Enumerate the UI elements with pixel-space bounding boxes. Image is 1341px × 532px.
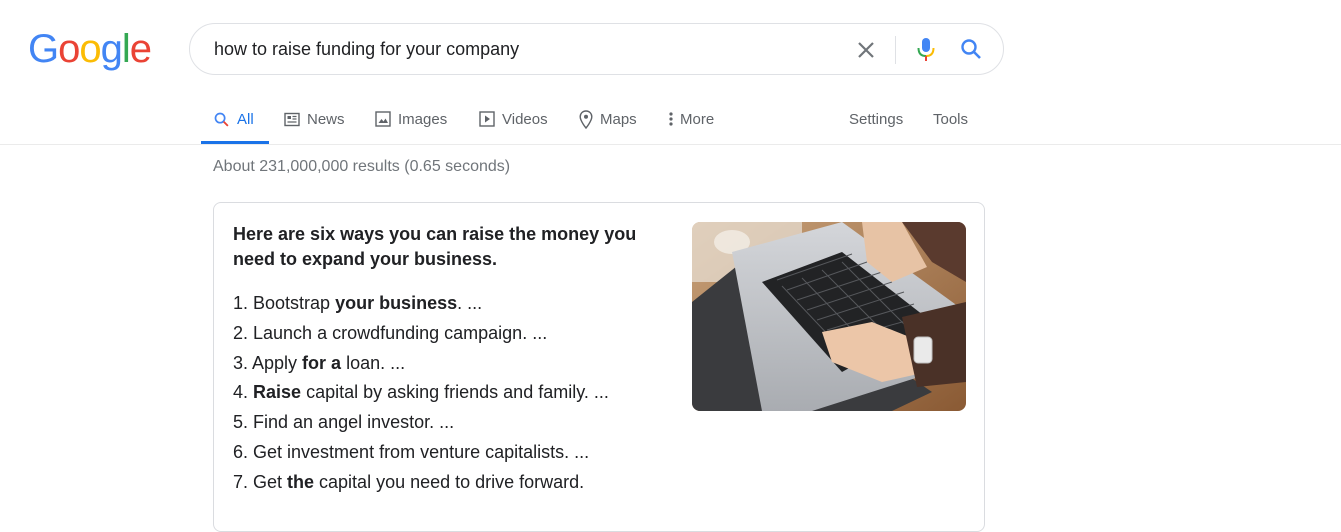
snippet-step: 1. Bootstrap your business. ... <box>233 289 609 319</box>
logo-letter-g2: g <box>100 27 123 71</box>
video-icon <box>479 111 495 127</box>
image-icon <box>375 111 391 127</box>
search-input[interactable] <box>214 37 814 61</box>
logo-letter-l: l <box>121 27 131 71</box>
search-tabs: All News Images Videos Maps More Setting… <box>0 96 1341 145</box>
step-text: 1. Bootstrap <box>233 293 336 313</box>
step-text: for a <box>302 352 342 373</box>
search-box <box>189 23 1004 75</box>
tab-label: Maps <box>600 110 637 128</box>
step-text: capital by asking friends and family. ..… <box>301 382 609 403</box>
search-divider <box>895 36 896 64</box>
mic-icon[interactable] <box>914 37 938 63</box>
news-icon <box>284 112 300 127</box>
map-pin-icon <box>579 109 593 129</box>
google-logo[interactable]: Google <box>28 27 152 71</box>
step-text: capital you need to drive forward. <box>314 471 585 492</box>
tab-label: Images <box>398 110 448 128</box>
snippet-step: 4. Raise capital by asking friends and f… <box>233 378 609 408</box>
step-text: 7. Get <box>233 471 288 492</box>
logo-letter-o1: o <box>58 27 80 71</box>
snippet-step: 3. Apply for a loan. ... <box>233 349 609 379</box>
tools-link[interactable]: Tools <box>933 96 968 142</box>
tab-maps[interactable]: Maps <box>579 96 637 142</box>
step-text: 2. Launch a crowdfunding campaign. ... <box>233 322 548 343</box>
tab-more[interactable]: More <box>668 96 714 142</box>
settings-link[interactable]: Settings <box>849 96 903 142</box>
tab-label: All <box>237 110 254 128</box>
tab-label: Videos <box>502 110 548 128</box>
step-text: your business <box>335 293 458 313</box>
tab-news[interactable]: News <box>284 96 345 142</box>
step-text: 3. Apply <box>233 352 303 373</box>
logo-letter-o2: o <box>79 27 101 71</box>
search-icon <box>213 111 230 128</box>
snippet-step: 7. Get the capital you need to drive for… <box>233 468 609 498</box>
step-text: loan. ... <box>341 352 406 373</box>
snippet-heading: Here are six ways you can raise the mone… <box>233 224 637 269</box>
more-vert-icon <box>668 111 674 127</box>
snippet-steps-list: 1. Bootstrap your business. ... 2. Launch… <box>233 289 609 498</box>
step-text: Raise <box>253 382 302 403</box>
search-icon[interactable] <box>959 37 983 61</box>
logo-letter-g: G <box>28 27 59 71</box>
tab-all[interactable]: All <box>213 96 254 142</box>
step-text: 5. Find an angel investor. ... <box>233 412 455 433</box>
logo-letter-e: e <box>129 27 152 71</box>
snippet-step: 5. Find an angel investor. ... <box>233 408 609 438</box>
snippet-image[interactable] <box>692 222 966 411</box>
tab-label: More <box>680 110 715 128</box>
step-text: 4. <box>233 382 254 403</box>
step-text: 6. Get investment from venture capitalis… <box>233 441 590 462</box>
active-tab-indicator <box>201 141 269 144</box>
tab-images[interactable]: Images <box>375 96 447 142</box>
tab-label: News <box>307 110 345 128</box>
step-text: the <box>287 471 315 492</box>
laptop-photo <box>692 222 966 411</box>
step-text: . ... <box>457 293 483 313</box>
snippet-step: 6. Get investment from venture capitalis… <box>233 438 609 468</box>
clear-icon[interactable] <box>854 38 878 62</box>
snippet-step: 2. Launch a crowdfunding campaign. ... <box>233 319 609 349</box>
result-stats: About 231,000,000 results (0.65 seconds) <box>213 158 511 175</box>
featured-snippet: Here are six ways you can raise the mone… <box>213 202 985 532</box>
tab-videos[interactable]: Videos <box>479 96 548 142</box>
